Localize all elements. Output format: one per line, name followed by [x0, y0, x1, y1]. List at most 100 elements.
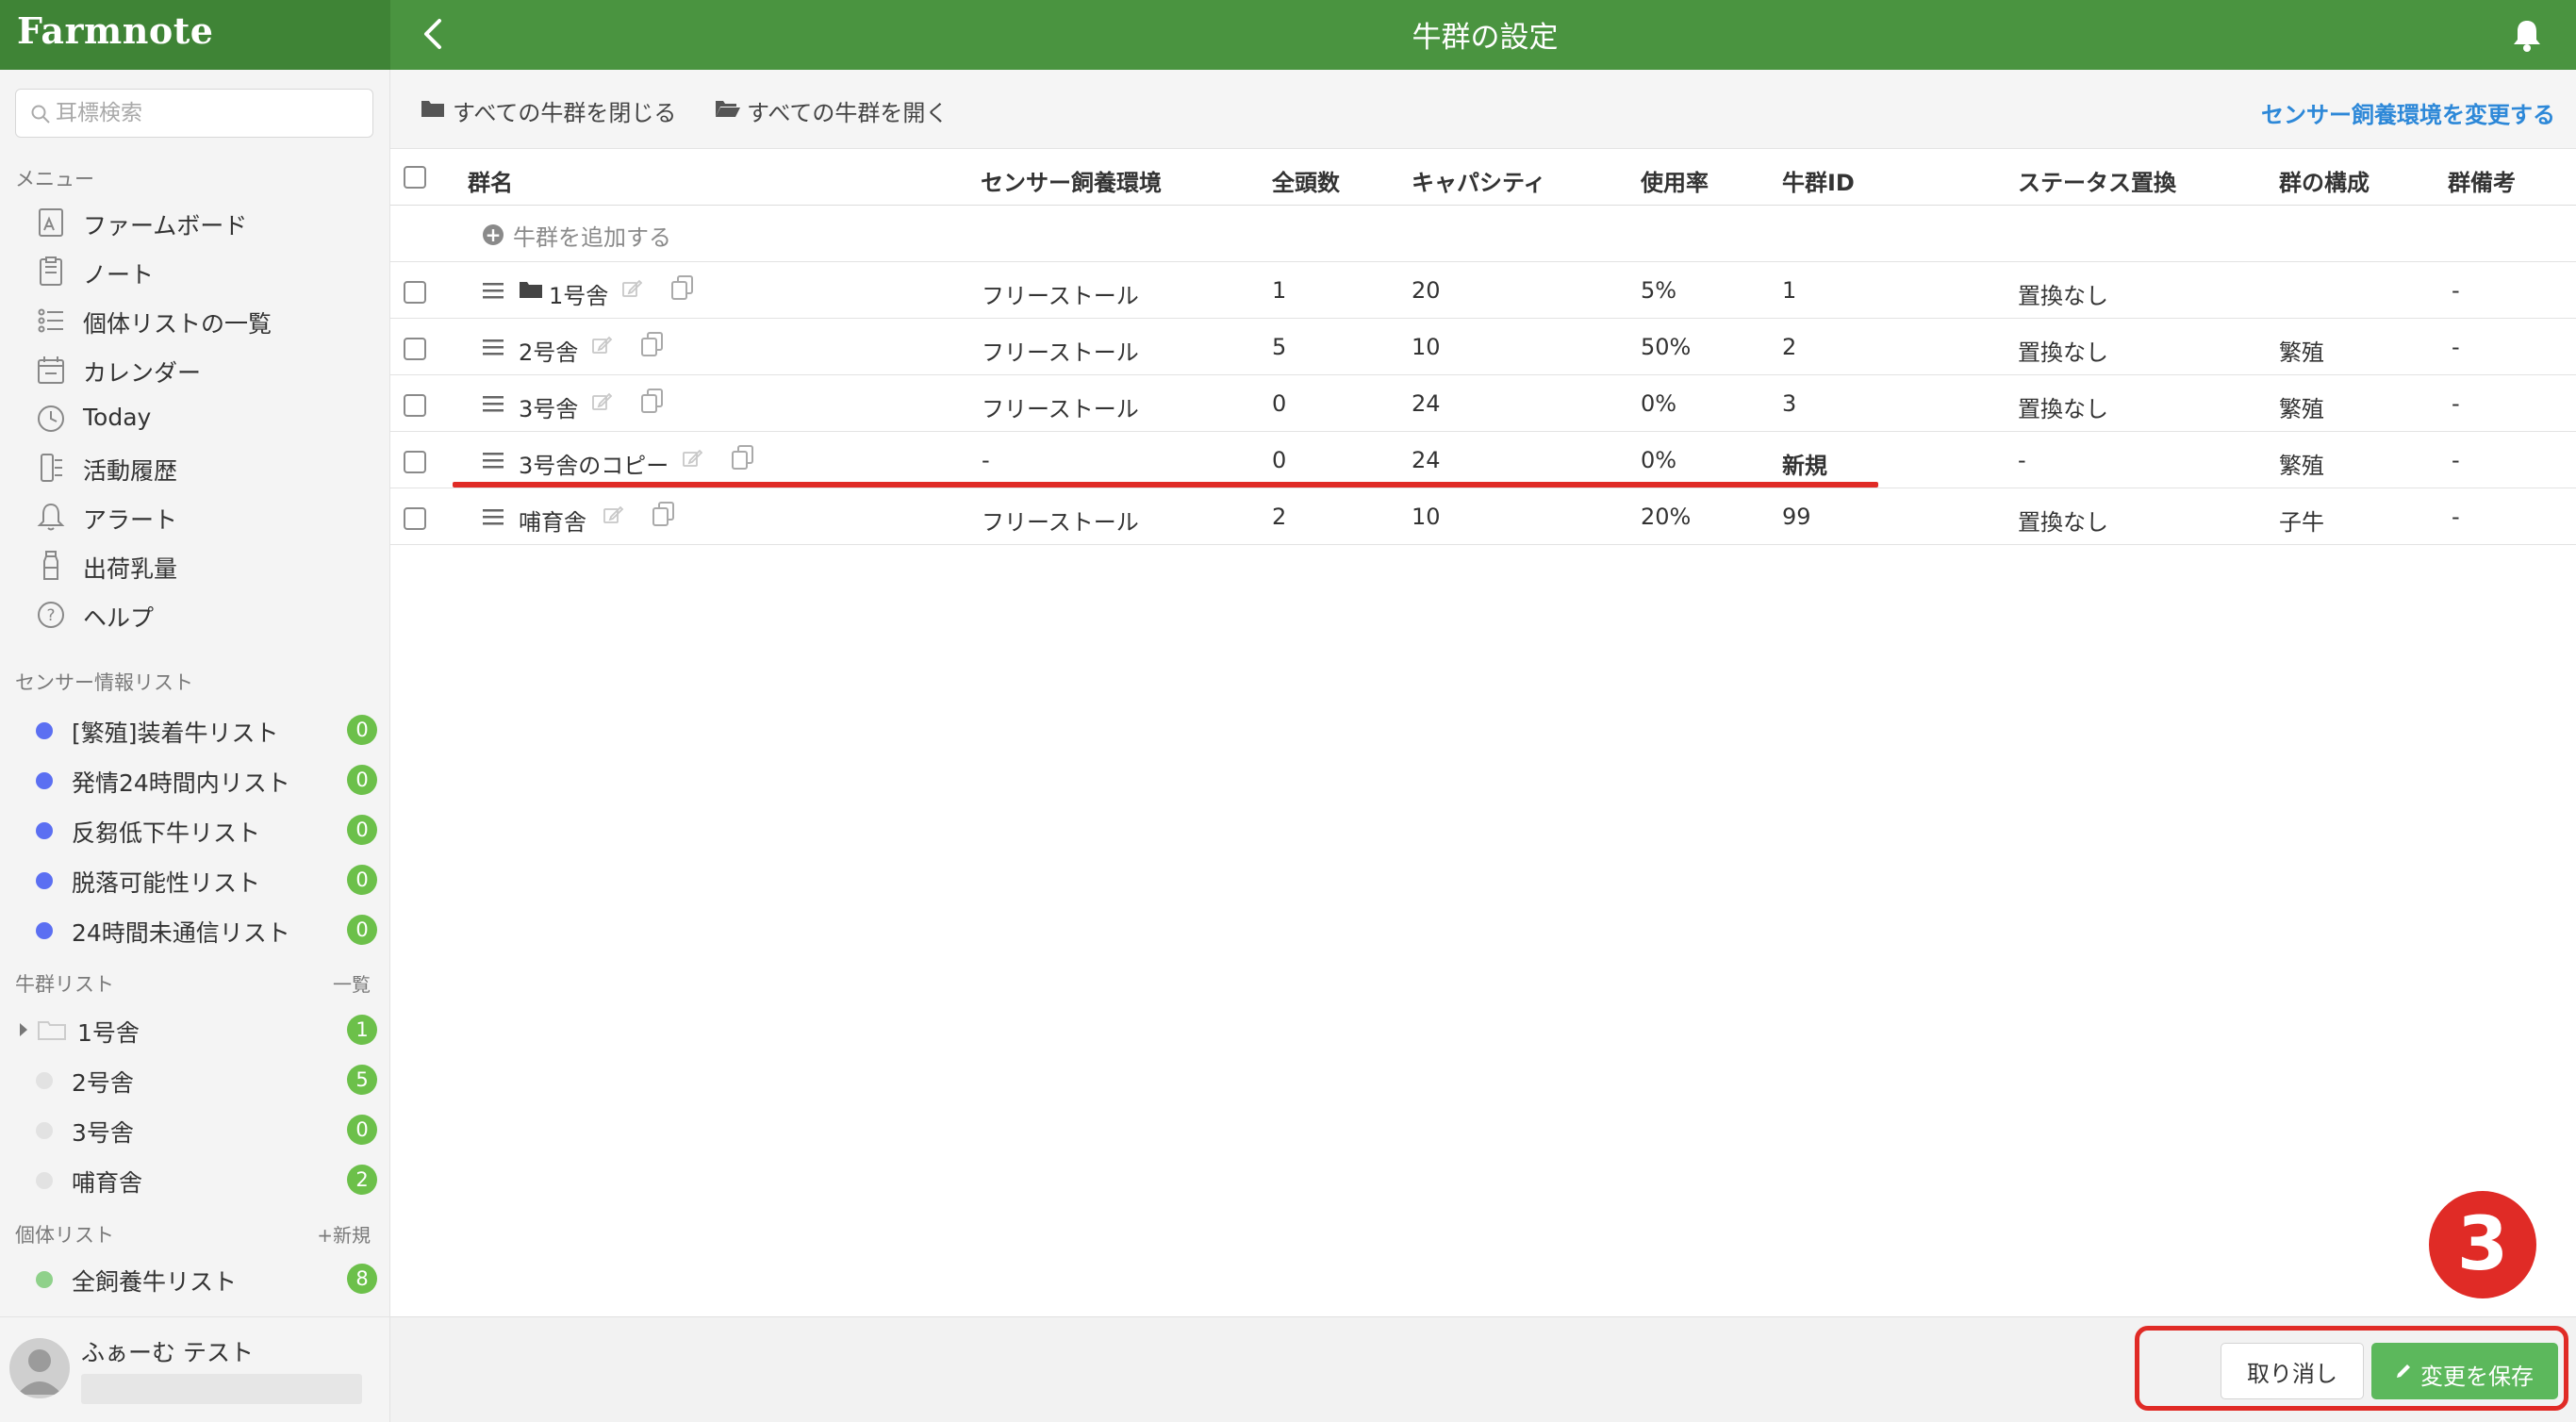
col-header-total[interactable]: 全頭数: [1272, 164, 1340, 197]
sidebar-item-today[interactable]: Today: [0, 394, 389, 443]
sidebar-herd-item[interactable]: 3号舎 0: [0, 1105, 389, 1154]
sidebar-herd-item[interactable]: 1号舎 1: [0, 1005, 389, 1054]
sidebar-item-milk-shipment[interactable]: 出荷乳量: [0, 541, 389, 590]
notification-bell-icon[interactable]: [2510, 17, 2544, 53]
sidebar-item-activity-history[interactable]: 活動履歴: [0, 443, 389, 492]
list-item-label: 脱落可能性リスト: [72, 869, 261, 897]
list-item-label: 発情24時間内リスト: [72, 769, 290, 797]
table-row[interactable]: 1号舎 フリーストール 1 20 5% 1 置換なし -: [390, 262, 2576, 319]
top-header: Farmnote 牛群の設定: [0, 0, 2576, 70]
copy-icon[interactable]: [651, 500, 677, 528]
row-checkbox[interactable]: [404, 507, 426, 530]
cell-composition: 繁殖: [2279, 453, 2324, 479]
copy-icon[interactable]: [730, 443, 756, 471]
sidebar-individual-item[interactable]: 全飼養牛リスト 8: [0, 1254, 389, 1303]
sidebar-sensor-list-item[interactable]: 発情24時間内リスト 0: [0, 755, 389, 804]
new-individual-list-link[interactable]: +新規: [317, 1220, 371, 1248]
col-header-capacity[interactable]: キャパシティ: [1412, 164, 1546, 197]
copy-icon[interactable]: [639, 330, 666, 358]
col-header-composition[interactable]: 群の構成: [2279, 164, 2370, 197]
drag-handle-icon[interactable]: [481, 336, 505, 358]
cell-capacity: 24: [1412, 390, 1441, 417]
drag-handle-icon[interactable]: [481, 279, 505, 302]
row-checkbox[interactable]: [404, 281, 426, 304]
cell-total: 1: [1272, 277, 1287, 304]
cell-capacity: 10: [1412, 334, 1441, 360]
folder-open-icon: [716, 101, 740, 117]
col-header-remarks[interactable]: 群備考: [2448, 164, 2516, 197]
sidebar-item-label: Today: [83, 404, 152, 431]
sensor-dot-icon: [36, 872, 53, 889]
sidebar-item-calendar[interactable]: カレンダー: [0, 345, 389, 394]
edit-icon[interactable]: [620, 277, 643, 300]
farmboard-icon: [39, 208, 63, 237]
sensor-dot-icon: [36, 922, 53, 939]
col-header-herd-id[interactable]: 牛群ID: [1782, 164, 1855, 197]
cell-status: 置換なし: [2018, 283, 2108, 309]
save-changes-button[interactable]: 変更を保存: [2371, 1343, 2558, 1399]
copy-icon[interactable]: [669, 273, 696, 302]
row-checkbox[interactable]: [404, 451, 426, 473]
count-badge: 5: [347, 1065, 377, 1095]
col-header-usage[interactable]: 使用率: [1641, 164, 1709, 197]
table-row[interactable]: 2号舎 フリーストール 5 10 50% 2 置換なし 繁殖 -: [390, 319, 2576, 375]
user-profile[interactable]: ふぁーむ テスト: [0, 1316, 389, 1422]
ear-tag-search[interactable]: [15, 89, 373, 138]
cell-remarks: -: [2452, 447, 2460, 473]
sensor-section-label: センサー情報リスト: [15, 671, 193, 694]
cell-status: 置換なし: [2018, 339, 2108, 366]
cell-remarks: -: [2452, 277, 2460, 304]
drag-handle-icon[interactable]: [481, 392, 505, 415]
row-checkbox[interactable]: [404, 338, 426, 360]
search-icon: [31, 105, 50, 124]
sidebar-sensor-list-item[interactable]: 24時間未通信リスト 0: [0, 905, 389, 954]
cell-usage: 20%: [1641, 504, 1692, 530]
cancel-button[interactable]: 取り消し: [2221, 1343, 2364, 1399]
sidebar-sensor-list-item[interactable]: [繁殖]装着牛リスト 0: [0, 705, 389, 754]
edit-icon[interactable]: [590, 334, 613, 356]
list-item-label: 1号舎: [77, 1019, 140, 1047]
cell-remarks: -: [2452, 504, 2460, 530]
table-row[interactable]: 3号舎 フリーストール 0 24 0% 3 置換なし 繁殖 -: [390, 375, 2576, 432]
sidebar-item-farmboard[interactable]: ファームボード: [0, 198, 389, 247]
sidebar-item-alert[interactable]: アラート: [0, 492, 389, 541]
select-all-checkbox[interactable]: [404, 166, 426, 189]
sidebar-sensor-list-item[interactable]: 反芻低下牛リスト 0: [0, 805, 389, 854]
sidebar: メニュー ファームボード ノート 個体リストの一覧 カレンダー Today 活動…: [0, 70, 390, 1422]
sidebar-item-note[interactable]: ノート: [0, 247, 389, 296]
table-row[interactable]: 哺育舎 フリーストール 2 10 20% 99 置換なし 子牛 -: [390, 488, 2576, 545]
sidebar-herd-item[interactable]: 哺育舎 2: [0, 1155, 389, 1204]
edit-icon[interactable]: [602, 504, 624, 526]
drag-handle-icon[interactable]: [481, 449, 505, 471]
cell-sensor: フリーストール: [982, 283, 1139, 309]
search-input[interactable]: [56, 97, 357, 129]
drag-handle-icon[interactable]: [481, 505, 505, 528]
copy-icon[interactable]: [639, 387, 666, 415]
col-header-status[interactable]: ステータス置換: [2018, 164, 2176, 197]
expand-caret-icon[interactable]: [17, 1020, 30, 1039]
herd-list-all-link[interactable]: 一覧: [333, 969, 371, 997]
change-sensor-environment-link[interactable]: センサー飼養環境を変更する: [2261, 96, 2555, 129]
row-checkbox[interactable]: [404, 394, 426, 417]
edit-icon[interactable]: [681, 447, 703, 470]
list-item-label: 反芻低下牛リスト: [72, 819, 261, 847]
herd-dot-icon: [36, 1172, 53, 1189]
sidebar-herd-item[interactable]: 2号舎 5: [0, 1055, 389, 1104]
svg-text:?: ?: [46, 606, 55, 625]
sidebar-item-individual-lists[interactable]: 個体リストの一覧: [0, 296, 389, 345]
col-header-name[interactable]: 群名: [468, 164, 513, 197]
col-header-sensor[interactable]: センサー飼養環境: [981, 164, 1162, 197]
cell-usage: 50%: [1641, 334, 1692, 360]
edit-icon[interactable]: [590, 390, 613, 413]
count-badge: 0: [347, 915, 377, 945]
sensor-dot-icon: [36, 722, 53, 739]
add-herd-row: + 牛群を追加する: [390, 206, 2576, 262]
user-avatar-icon: [17, 1349, 62, 1395]
table-row-new-copy[interactable]: 3号舎のコピー - 0 24 0% 新規 - 繁殖 -: [390, 432, 2576, 488]
table-header: 群名 センサー飼養環境 全頭数 キャパシティ 使用率 牛群ID ステータス置換 …: [390, 149, 2576, 206]
sidebar-sensor-list-item[interactable]: 脱落可能性リスト 0: [0, 855, 389, 904]
sidebar-item-help[interactable]: ? ヘルプ: [0, 590, 389, 639]
save-label: 変更を保存: [2420, 1364, 2534, 1390]
menu-section-label: メニュー: [15, 168, 94, 190]
bell-icon: [37, 503, 65, 531]
